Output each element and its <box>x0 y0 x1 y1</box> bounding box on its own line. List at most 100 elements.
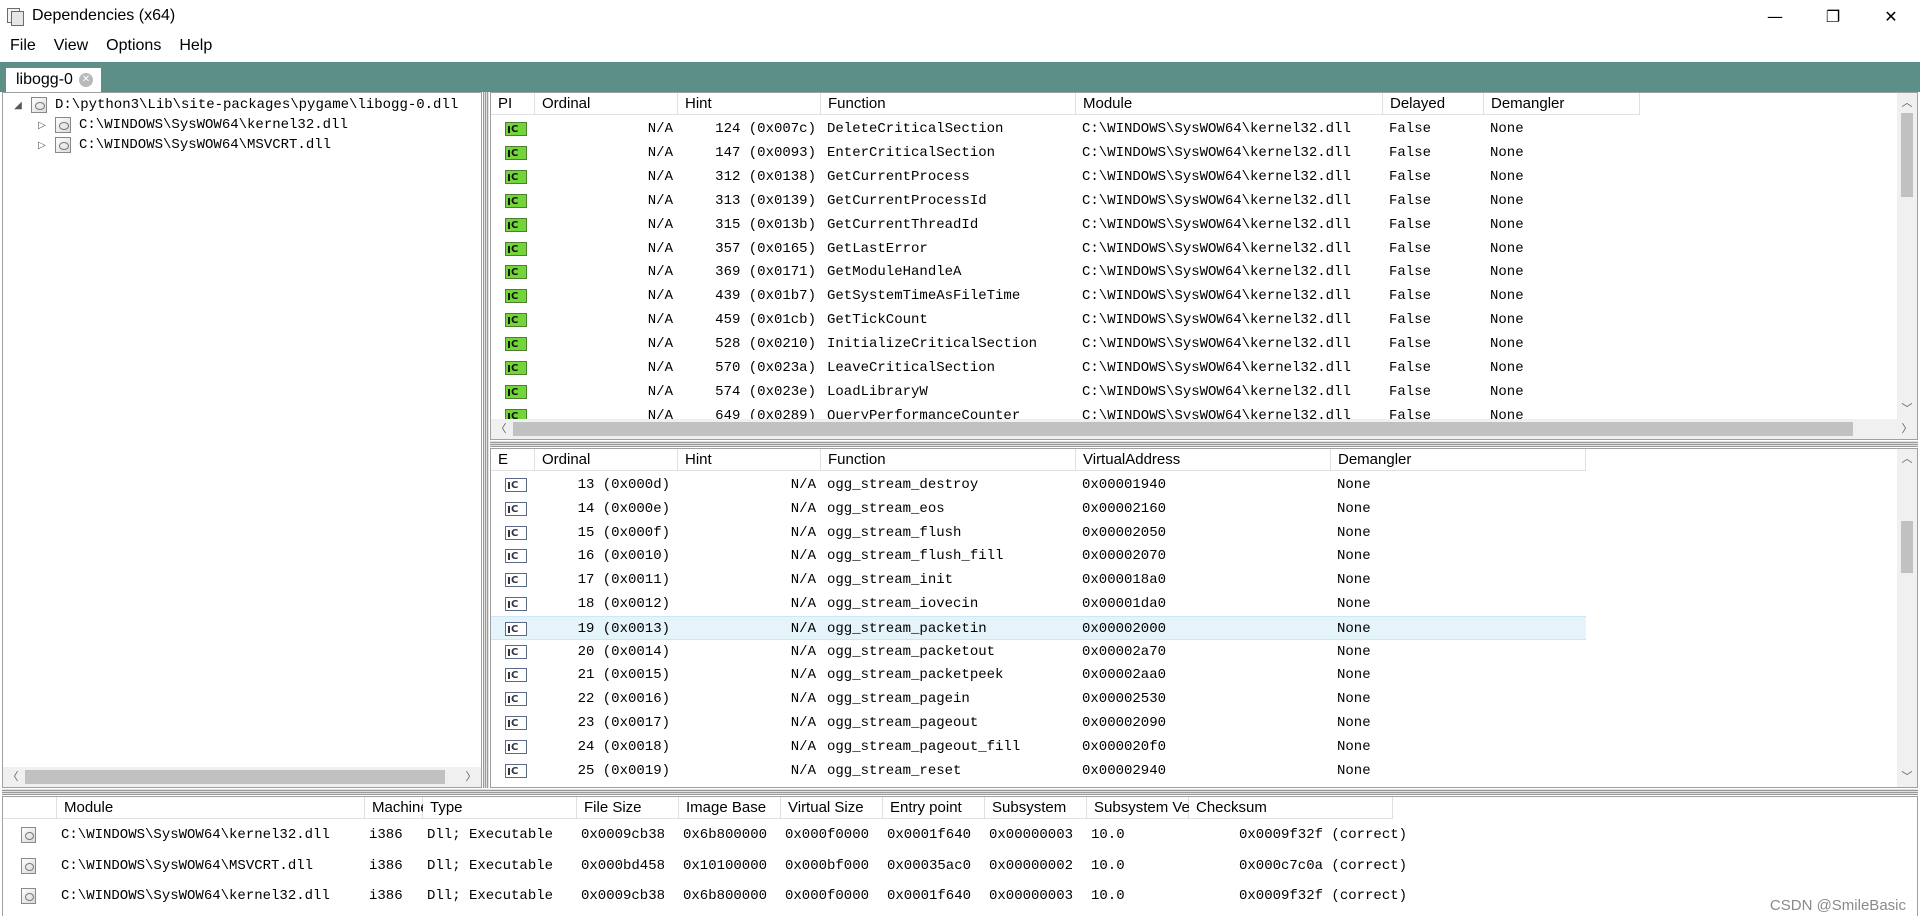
expand-arrow-icon[interactable]: ▷ <box>35 120 49 131</box>
exports-column-header[interactable]: VirtualAddress <box>1076 449 1331 471</box>
c-function-import-icon <box>505 214 527 238</box>
scroll-up-icon[interactable]: ︿ <box>1897 93 1917 113</box>
scroll-down-icon[interactable]: ﹀ <box>1897 767 1917 787</box>
table-row[interactable]: 25 (0x0019) N/A ogg_stream_reset 0x00002940… <box>491 759 1586 784</box>
table-row[interactable]: N/A 459 (0x01cb) GetTickCount C:\WINDOWS\Sy… <box>491 308 1640 333</box>
menu-help[interactable]: Help <box>170 32 221 60</box>
table-row[interactable]: 18 (0x0012) N/A ogg_stream_iovecin 0x00001d… <box>491 592 1586 617</box>
modules-column-header[interactable]: Subsystem <box>985 797 1087 819</box>
tree-item-kernel32[interactable]: ▷ C:\WINDOWS\SysWOW64\kernel32.dll <box>35 115 348 135</box>
bottom-splitter[interactable] <box>2 789 1918 795</box>
modules-column-header[interactable]: File Size <box>577 797 679 819</box>
expand-arrow-icon[interactable]: ◢ <box>11 100 25 111</box>
table-row[interactable]: N/A 357 (0x0165) GetLastError C:\WINDOWS\Sy… <box>491 237 1640 262</box>
table-row[interactable]: N/A 124 (0x007c) DeleteCriticalSection C:\W… <box>491 117 1640 142</box>
tree-item-root[interactable]: ◢ D:\python3\Lib\site-packages\pygame\li… <box>11 95 458 115</box>
tree-item-msvcrt[interactable]: ▷ C:\WINDOWS\SysWOW64\MSVCRT.dll <box>35 135 331 155</box>
exports-column-header[interactable]: Demangler <box>1331 449 1586 471</box>
imports-column-header[interactable]: Demangler <box>1484 93 1640 115</box>
vertical-splitter[interactable] <box>483 92 489 788</box>
modules-column-header[interactable]: Checksum <box>1189 797 1393 819</box>
modules-column-header[interactable]: Subsystem Ver. <box>1087 797 1198 819</box>
module-file-icon <box>21 827 36 843</box>
dll-file-icon <box>31 97 47 113</box>
table-row[interactable]: C:\WINDOWS\SysWOW64\kernel32.dll i386 Dll;… <box>3 884 1407 908</box>
tab-libogg[interactable]: libogg-0 ✕ <box>6 68 101 92</box>
exports-column-header[interactable]: Function <box>821 449 1076 471</box>
modules-column-header[interactable]: Module <box>57 797 365 819</box>
table-row[interactable]: N/A 313 (0x0139) GetCurrentProcessId C:\WIN… <box>491 189 1640 214</box>
table-cell-function: InitializeCriticalSection <box>827 336 1038 353</box>
table-row[interactable]: 13 (0x000d) N/A ogg_stream_destroy 0x000019… <box>491 473 1586 498</box>
table-row[interactable]: N/A 369 (0x0171) GetModuleHandleA C:\WINDOW… <box>491 260 1640 285</box>
menu-bar: File View Options Help <box>0 32 1920 60</box>
table-row[interactable]: N/A 312 (0x0138) GetCurrentProcess C:\WINDO… <box>491 165 1640 190</box>
scroll-right-icon[interactable]: 〉 <box>1897 419 1917 439</box>
modules-column-header[interactable]: Entry point <box>883 797 985 819</box>
modules-column-header[interactable] <box>3 797 57 819</box>
table-row[interactable]: 19 (0x0013) N/A ogg_stream_packetin 0x00002… <box>491 615 1586 642</box>
close-button[interactable]: ✕ <box>1862 0 1920 32</box>
table-cell-ordinal: N/A <box>647 121 673 137</box>
exports-column-header[interactable]: Hint <box>678 449 821 471</box>
imports-column-header[interactable]: Hint <box>678 93 821 115</box>
menu-view[interactable]: View <box>45 32 97 60</box>
table-cell-ordinal: 14 (0x000e) <box>577 500 670 517</box>
table-row[interactable]: C:\WINDOWS\SysWOW64\MSVCRT.dll i386 Dll; E… <box>3 854 1407 878</box>
scroll-thumb[interactable] <box>1901 113 1913 197</box>
table-cell-checksum: 0x0009f32f (correct) <box>1239 827 1408 843</box>
table-row[interactable]: C:\WINDOWS\SysWOW64\kernel32.dll i386 Dll;… <box>3 823 1407 847</box>
menu-options[interactable]: Options <box>97 32 170 60</box>
table-row[interactable]: N/A 570 (0x023a) LeaveCriticalSection C:\WI… <box>491 356 1640 381</box>
table-row[interactable]: 14 (0x000e) N/A ogg_stream_eos 0x00002160 No… <box>491 497 1586 522</box>
restore-button[interactable]: ❐ <box>1804 0 1862 32</box>
exports-vertical-scrollbar[interactable]: ︿ ﹀ <box>1897 449 1917 787</box>
scroll-thumb[interactable] <box>1901 521 1913 573</box>
table-row[interactable]: N/A 147 (0x0093) EnterCriticalSection C:\WI… <box>491 141 1640 166</box>
scroll-down-icon[interactable]: ﹀ <box>1897 399 1917 419</box>
imports-column-header[interactable]: Ordinal <box>535 93 678 115</box>
minimize-button[interactable]: — <box>1746 0 1804 32</box>
imports-vertical-scrollbar[interactable]: ︿ ﹀ <box>1897 93 1917 419</box>
table-row[interactable]: 17 (0x0011) N/A ogg_stream_init 0x000018a0 N… <box>491 568 1586 593</box>
table-cell-ordinal: 18 (0x0012) <box>577 596 670 612</box>
imports-column-header[interactable]: Delayed <box>1383 93 1484 115</box>
tab-close-icon[interactable]: ✕ <box>78 73 93 87</box>
tree-horizontal-scrollbar[interactable]: 〈 〉 <box>3 767 481 787</box>
table-row[interactable]: N/A 315 (0x013b) GetCurrentThreadId C:\WIND… <box>491 213 1640 238</box>
scroll-left-icon[interactable]: 〈 <box>3 767 23 787</box>
table-row[interactable]: 21 (0x0015) N/A ogg_stream_packetpeek 0x000… <box>491 663 1586 688</box>
table-row[interactable]: N/A 528 (0x0210) InitializeCriticalSection… <box>491 332 1640 357</box>
table-row[interactable]: N/A 439 (0x01b7) GetSystemTimeAsFileTime C:… <box>491 284 1640 309</box>
scroll-left-icon[interactable]: 〈 <box>491 419 511 439</box>
table-cell-function: ogg_stream_pageout <box>827 715 979 731</box>
expand-arrow-icon[interactable]: ▷ <box>35 140 49 151</box>
scroll-thumb[interactable] <box>25 770 445 784</box>
scroll-up-icon[interactable]: ︿ <box>1897 449 1917 469</box>
modules-column-header[interactable]: Image Base <box>679 797 781 819</box>
horizontal-splitter[interactable] <box>490 441 1918 447</box>
table-row[interactable]: 23 (0x0017) N/A ogg_stream_pageout 0x000020… <box>491 711 1586 736</box>
menu-file[interactable]: File <box>0 32 45 60</box>
exports-column-header[interactable]: E <box>491 449 535 471</box>
table-cell-function: DeleteCriticalSection <box>827 121 1004 137</box>
imports-column-header[interactable]: Module <box>1076 93 1383 115</box>
imports-column-header[interactable]: PI <box>491 93 535 115</box>
table-cell-virtual-size: 0x000f0000 <box>785 827 870 843</box>
table-row[interactable]: 15 (0x000f) N/A ogg_stream_flush 0x00002050… <box>491 521 1586 546</box>
table-cell-ordinal: N/A <box>647 312 673 329</box>
scroll-right-icon[interactable]: 〉 <box>461 767 481 787</box>
table-row[interactable]: 20 (0x0014) N/A ogg_stream_packetout 0x0000… <box>491 640 1586 665</box>
scroll-thumb[interactable] <box>513 422 1853 436</box>
imports-horizontal-scrollbar[interactable]: 〈 〉 <box>491 419 1917 439</box>
imports-column-header[interactable]: Function <box>821 93 1076 115</box>
c-function-import-icon <box>505 309 527 333</box>
modules-column-header[interactable]: Machine <box>365 797 429 819</box>
modules-column-header[interactable]: Type <box>423 797 577 819</box>
modules-column-header[interactable]: Virtual Size <box>781 797 883 819</box>
table-row[interactable]: 24 (0x0018) N/A ogg_stream_pageout_fill 0x0… <box>491 735 1586 760</box>
exports-column-header[interactable]: Ordinal <box>535 449 678 471</box>
table-row[interactable]: 16 (0x0010) N/A ogg_stream_flush_fill 0x000… <box>491 544 1586 569</box>
table-row[interactable]: N/A 574 (0x023e) LoadLibraryW C:\WINDOWS\Sy… <box>491 380 1640 405</box>
table-row[interactable]: 22 (0x0016) N/A ogg_stream_pagein 0x0000253… <box>491 687 1586 712</box>
